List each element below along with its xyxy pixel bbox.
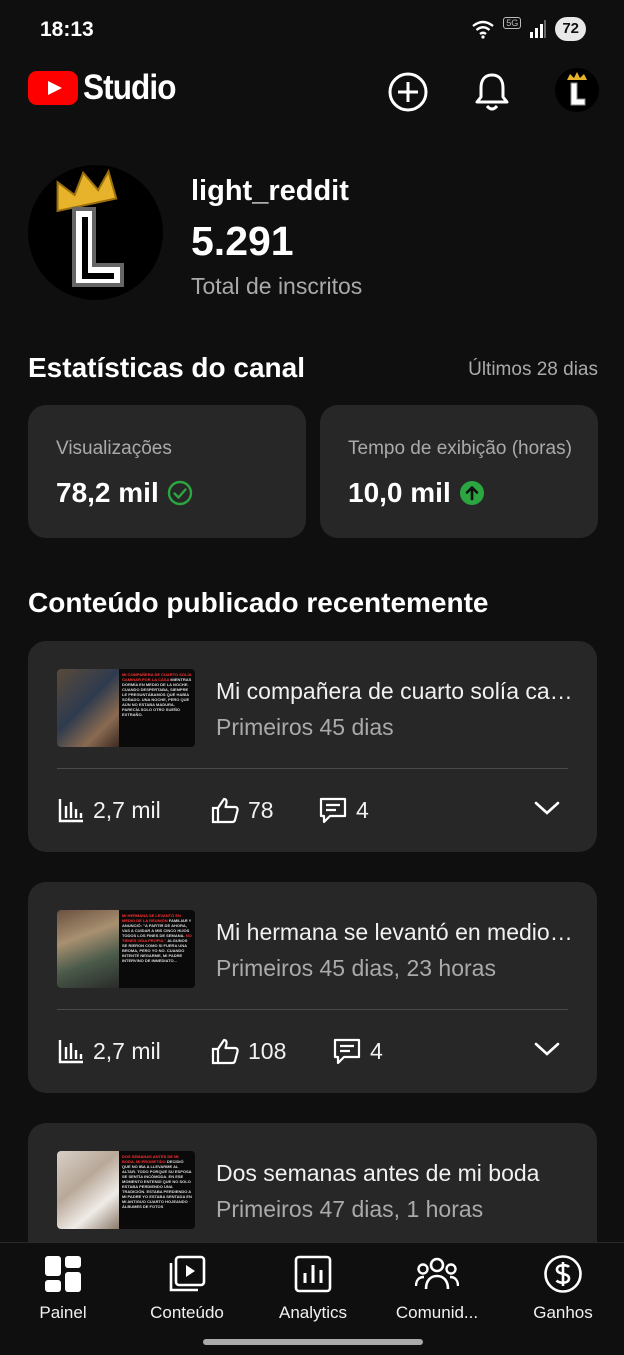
likes-count: 108 [248, 1037, 287, 1064]
expand-button[interactable] [533, 1040, 561, 1063]
stats-period: Últimos 28 dias [468, 359, 598, 380]
likes-count: 78 [248, 796, 274, 823]
nav-label: Ganhos [533, 1303, 593, 1322]
check-circle-icon [167, 480, 192, 506]
content-icon [169, 1255, 206, 1292]
logo-text: Studio [83, 68, 176, 107]
comments-count: 4 [370, 1037, 383, 1064]
channel-logo-icon [56, 168, 124, 287]
app-bar: Studio [0, 62, 624, 120]
likes-metric: 78 [210, 796, 274, 824]
video-thumbnail[interactable]: MI HERMANA SE LEVANTÓ EN MEDIO DE LA REU… [57, 910, 195, 988]
watch-time-stat-card[interactable]: Tempo de exibição (horas) 10,0 mil [320, 405, 598, 538]
bottom-navigation: Painel Conteúdo Analytics Comunid... Gan… [0, 1242, 624, 1355]
nav-item-dashboard[interactable]: Painel [8, 1253, 118, 1323]
video-period: Primeiros 45 dias, 23 horas [216, 955, 496, 981]
create-button[interactable] [386, 70, 430, 114]
recent-content-title: Conteúdo publicado recentemente [28, 587, 489, 618]
views-metric: 2,7 mil [57, 796, 161, 824]
expand-button[interactable] [533, 799, 561, 822]
stat-value: 10,0 mil [348, 477, 451, 508]
signal-icon [530, 20, 547, 38]
status-icons: 5G 72 [471, 17, 586, 41]
chevron-down-icon [534, 1042, 560, 1056]
thumbs-up-icon [211, 1038, 239, 1065]
video-thumbnail[interactable]: MI COMPAÑERA DE CUARTO SOLÍA CAMINAR POR… [57, 669, 195, 747]
youtube-play-icon [28, 71, 78, 105]
views-count: 2,7 mil [93, 1037, 161, 1064]
bar-chart-icon [58, 799, 83, 823]
nav-item-content[interactable]: Conteúdo [132, 1253, 242, 1323]
stat-value: 78,2 mil [56, 477, 159, 508]
nav-label: Conteúdo [150, 1303, 224, 1322]
stat-value-row: 78,2 mil [56, 477, 193, 509]
subscriber-count: 5.291 [191, 218, 294, 264]
nav-label: Analytics [278, 1303, 348, 1322]
video-period: Primeiros 45 dias [216, 714, 394, 740]
video-period: Primeiros 47 dias, 1 horas [216, 1196, 484, 1222]
views-metric: 2,7 mil [57, 1037, 161, 1065]
subscriber-label: Total de inscritos [191, 273, 363, 299]
stat-value-row: 10,0 mil [348, 477, 485, 509]
studio-logo[interactable]: Studio [28, 68, 186, 108]
divider [57, 1009, 568, 1010]
status-time: 18:13 [40, 18, 94, 41]
stats-header: Estatísticas do canal Últimos 28 dias [28, 352, 598, 388]
likes-metric: 108 [210, 1037, 286, 1065]
video-title[interactable]: Dos semanas antes de mi boda [216, 1160, 576, 1187]
status-bar: 18:13 5G 72 [0, 0, 624, 60]
video-title[interactable]: Mi hermana se levantó en medio de la reu… [216, 919, 576, 946]
wifi-icon [472, 20, 495, 39]
channel-logo-icon [567, 72, 587, 106]
bell-icon [475, 73, 509, 111]
add-circle-icon [388, 72, 428, 112]
nav-item-community[interactable]: Comunid... [382, 1253, 492, 1323]
nav-label: Painel [39, 1303, 87, 1322]
comment-icon [319, 797, 347, 824]
comments-metric: 4 [332, 1037, 383, 1065]
channel-header: light_reddit 5.291 Total de inscritos [28, 165, 598, 305]
community-icon [415, 1257, 459, 1290]
views-stat-card[interactable]: Visualizações 78,2 mil [28, 405, 306, 538]
nav-item-analytics[interactable]: Analytics [258, 1253, 368, 1323]
thumbs-up-icon [211, 797, 239, 824]
divider [57, 768, 568, 769]
video-card[interactable]: DOS SEMANAS ANTES DE MI BODA, MI PROMETI… [28, 1123, 597, 1242]
chevron-down-icon [534, 801, 560, 815]
video-card[interactable]: MI COMPAÑERA DE CUARTO SOLÍA CAMINAR POR… [28, 641, 597, 852]
analytics-icon [294, 1255, 332, 1293]
comments-count: 4 [356, 796, 369, 823]
video-title[interactable]: Mi compañera de cuarto solía caminar por… [216, 678, 576, 705]
earnings-icon [544, 1255, 582, 1293]
battery-indicator: 72 [555, 17, 586, 41]
home-indicator[interactable] [203, 1339, 423, 1345]
comments-metric: 4 [318, 796, 369, 824]
notifications-button[interactable] [470, 70, 514, 114]
nav-label: Comunid... [395, 1303, 479, 1322]
account-avatar[interactable] [555, 68, 599, 112]
channel-avatar[interactable] [28, 165, 163, 300]
dashboard-icon [45, 1256, 81, 1292]
views-count: 2,7 mil [93, 796, 161, 823]
video-thumbnail[interactable]: DOS SEMANAS ANTES DE MI BODA, MI PROMETI… [57, 1151, 195, 1229]
arrow-up-circle-icon [459, 481, 484, 505]
network-type-label: 5G [503, 17, 522, 29]
video-card[interactable]: MI HERMANA SE LEVANTÓ EN MEDIO DE LA REU… [28, 882, 597, 1093]
nav-item-earnings[interactable]: Ganhos [508, 1253, 618, 1323]
stat-label: Tempo de exibição (horas) [348, 438, 572, 459]
bar-chart-icon [58, 1040, 83, 1064]
comment-icon [333, 1038, 361, 1065]
channel-name: light_reddit [191, 175, 349, 207]
stat-label: Visualizações [56, 438, 172, 459]
